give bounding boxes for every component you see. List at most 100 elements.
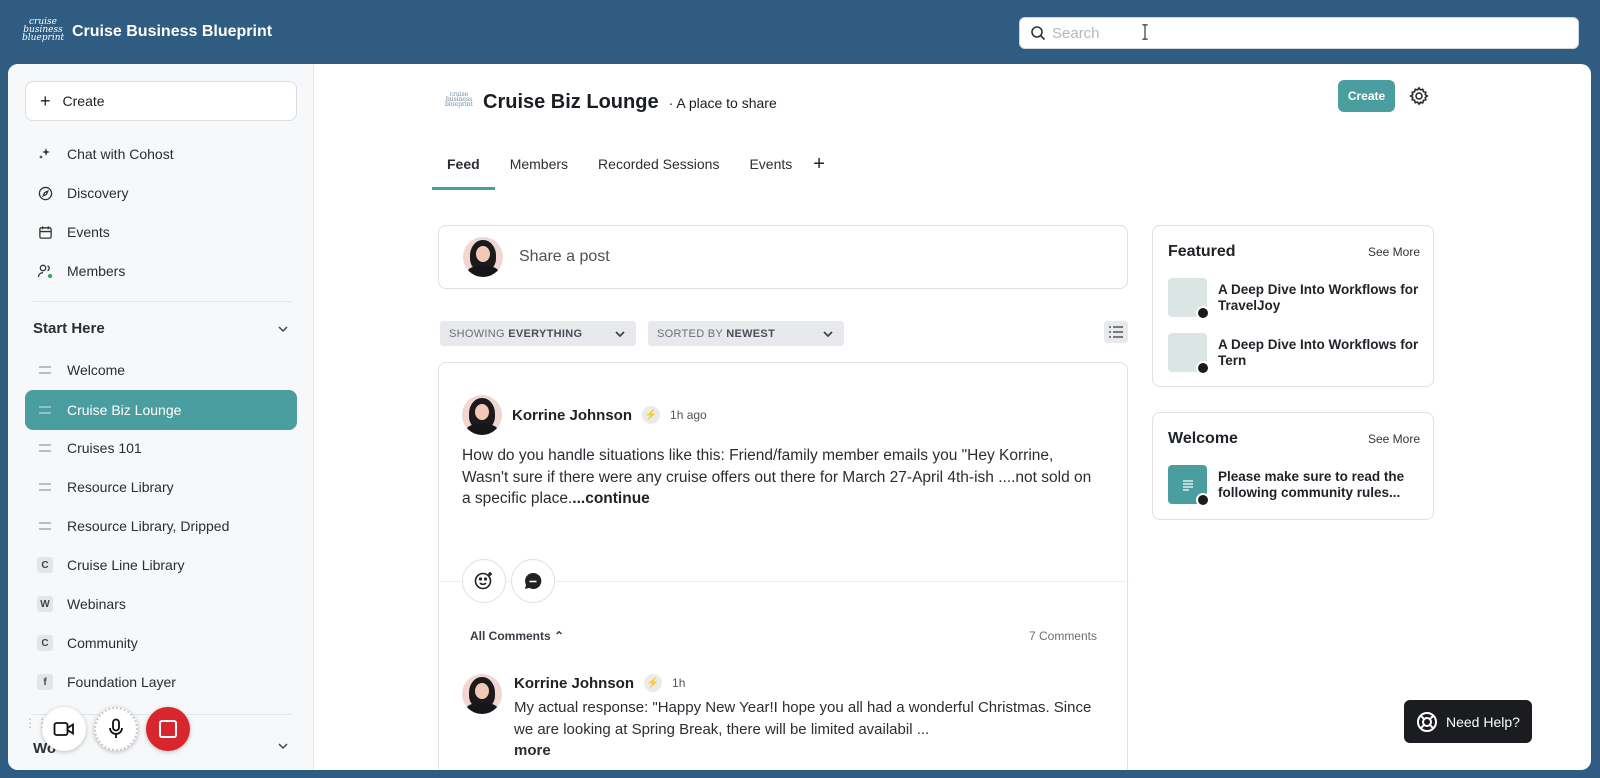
group-header: cruise business blueprint Cruise Biz Loung… bbox=[445, 91, 777, 114]
create-post-button[interactable]: Create bbox=[1338, 80, 1395, 112]
letter-w-icon: W bbox=[37, 596, 53, 612]
avatar[interactable] bbox=[462, 674, 502, 714]
compass-icon bbox=[37, 185, 53, 201]
group-tabs: Feed Members Recorded Sessions Events + bbox=[432, 138, 831, 190]
section-start-here[interactable]: Start Here bbox=[33, 320, 289, 337]
sidebar-item-discovery[interactable]: Discovery bbox=[25, 174, 297, 212]
search-input[interactable] bbox=[1052, 24, 1552, 42]
post-author[interactable]: Korrine Johnson bbox=[512, 407, 632, 424]
emoji-add-icon bbox=[474, 572, 492, 590]
comment-author[interactable]: Korrine Johnson bbox=[514, 675, 634, 692]
sidebar-item-cruises-101[interactable]: Cruises 101 bbox=[25, 429, 297, 467]
text-cursor-icon bbox=[1142, 24, 1148, 40]
sidebar-item-cruise-biz-lounge[interactable]: Cruise Biz Lounge bbox=[25, 390, 297, 430]
comment-header: Korrine Johnson ⚡ 1h bbox=[514, 674, 685, 692]
filter-showing-label: SHOWING EVERYTHING bbox=[449, 327, 583, 340]
brand-title: Cruise Business Blueprint bbox=[72, 23, 273, 40]
tab-recorded-sessions[interactable]: Recorded Sessions bbox=[583, 138, 734, 190]
featured-item[interactable]: A Deep Dive Into Workflows for Tern bbox=[1168, 333, 1420, 375]
app-shell: + Create Chat with Cohost Discovery Even… bbox=[8, 64, 1591, 770]
add-reaction-button[interactable] bbox=[462, 559, 506, 603]
tab-events[interactable]: Events bbox=[734, 138, 807, 190]
camera-button[interactable] bbox=[42, 707, 86, 751]
sidebar-item-label: Foundation Layer bbox=[67, 674, 176, 690]
avatar bbox=[463, 237, 503, 277]
post-time: 1h ago bbox=[670, 408, 707, 422]
microphone-button[interactable] bbox=[94, 707, 138, 751]
continue-link[interactable]: ...continue bbox=[572, 490, 650, 507]
microphone-icon bbox=[109, 718, 123, 738]
sidebar-item-events[interactable]: Events bbox=[25, 213, 297, 251]
lightning-badge-icon: ⚡ bbox=[642, 406, 661, 424]
drag-handle-icon[interactable]: ⋮⋮ bbox=[24, 717, 48, 737]
chevron-down-icon[interactable] bbox=[277, 323, 289, 335]
search-box[interactable] bbox=[1019, 17, 1579, 49]
avatar[interactable] bbox=[462, 395, 502, 435]
calendar-icon bbox=[37, 224, 53, 240]
chevron-down-icon[interactable] bbox=[277, 740, 289, 752]
add-tab-icon[interactable]: + bbox=[807, 153, 831, 176]
tab-feed[interactable]: Feed bbox=[432, 138, 495, 190]
sidebar-create-button[interactable]: + Create bbox=[25, 81, 297, 121]
stop-recording-button[interactable] bbox=[146, 707, 190, 751]
sidebar-item-chat-with-cohost[interactable]: Chat with Cohost bbox=[25, 135, 297, 173]
stop-icon bbox=[159, 720, 177, 738]
sidebar-divider bbox=[33, 301, 292, 302]
chat-lines-icon bbox=[37, 518, 53, 534]
sidebar-item-webinars[interactable]: W Webinars bbox=[25, 585, 297, 623]
sidebar-item-label: Resource Library bbox=[67, 479, 174, 495]
list-view-toggle[interactable] bbox=[1104, 321, 1128, 343]
share-post-box[interactable]: Share a post bbox=[438, 225, 1128, 289]
more-link[interactable]: more bbox=[514, 742, 551, 759]
sidebar-item-resource-library-dripped[interactable]: Resource Library, Dripped bbox=[25, 507, 297, 545]
filter-sort-dropdown[interactable]: SORTED BY NEWEST bbox=[648, 321, 844, 346]
page-subtitle: · A place to share bbox=[668, 94, 777, 111]
sidebar: + Create Chat with Cohost Discovery Even… bbox=[8, 64, 314, 770]
sidebar-item-community[interactable]: C Community bbox=[25, 624, 297, 662]
feed-post: Korrine Johnson ⚡ 1h ago How do you hand… bbox=[438, 362, 1129, 770]
letter-c-icon: C bbox=[37, 635, 53, 651]
sidebar-item-label: Community bbox=[67, 635, 138, 651]
thumbnail bbox=[1168, 333, 1210, 375]
comment-body: My actual response: "Happy New Year!I ho… bbox=[514, 699, 1092, 759]
see-more-link[interactable]: See More bbox=[1368, 432, 1420, 446]
top-bar: cruise business blueprint Cruise Business … bbox=[0, 0, 1600, 64]
welcome-item[interactable]: Please make sure to read the following c… bbox=[1168, 465, 1420, 507]
filter-showing-dropdown[interactable]: SHOWING EVERYTHING bbox=[440, 321, 636, 346]
create-label: Create bbox=[62, 93, 105, 109]
comment-count: 7 Comments bbox=[1028, 629, 1097, 643]
welcome-widget: Welcome See More Please make sure to rea… bbox=[1152, 412, 1434, 520]
sidebar-item-resource-library[interactable]: Resource Library bbox=[25, 468, 297, 506]
sidebar-item-label: Discovery bbox=[67, 185, 129, 201]
sidebar-item-label: Events bbox=[67, 224, 110, 240]
sidebar-item-label: Cruises 101 bbox=[67, 440, 142, 456]
sidebar-item-foundation-layer[interactable]: f Foundation Layer bbox=[25, 663, 297, 701]
brand[interactable]: cruise business blueprint Cruise Business … bbox=[22, 18, 272, 46]
widget-title: Welcome bbox=[1168, 430, 1238, 447]
widget-header: Featured See More bbox=[1168, 243, 1420, 261]
sidebar-item-members[interactable]: Members bbox=[25, 252, 297, 290]
featured-item[interactable]: A Deep Dive Into Workflows for TravelJoy bbox=[1168, 278, 1420, 320]
need-help-button[interactable]: Need Help? bbox=[1404, 700, 1532, 743]
sidebar-item-label: Webinars bbox=[67, 596, 126, 612]
post-header: Korrine Johnson ⚡ 1h ago bbox=[462, 395, 707, 435]
tab-members[interactable]: Members bbox=[495, 138, 583, 190]
see-more-link[interactable]: See More bbox=[1368, 245, 1420, 259]
comment-button[interactable] bbox=[511, 559, 555, 603]
page-title: Cruise Biz Lounge bbox=[483, 91, 659, 113]
widget-title: Featured bbox=[1168, 243, 1236, 260]
sidebar-item-label: Cruise Line Library bbox=[67, 557, 185, 573]
gear-icon[interactable] bbox=[1409, 86, 1429, 106]
sidebar-item-label: Chat with Cohost bbox=[67, 146, 174, 162]
all-comments-toggle[interactable]: All Comments ⌃ bbox=[470, 629, 564, 643]
chevron-up-icon: ⌃ bbox=[554, 629, 565, 643]
members-icon bbox=[37, 263, 53, 279]
lifebuoy-icon bbox=[1417, 711, 1437, 732]
sidebar-item-welcome[interactable]: Welcome bbox=[25, 351, 297, 389]
letter-f-icon: f bbox=[37, 674, 53, 690]
sidebar-item-cruise-line-library[interactable]: C Cruise Line Library bbox=[25, 546, 297, 584]
post-body: How do you handle situations like this: … bbox=[462, 447, 1092, 507]
document-icon bbox=[1168, 465, 1210, 507]
thumbnail bbox=[1168, 278, 1210, 320]
brand-logo: cruise business blueprint bbox=[22, 17, 65, 43]
